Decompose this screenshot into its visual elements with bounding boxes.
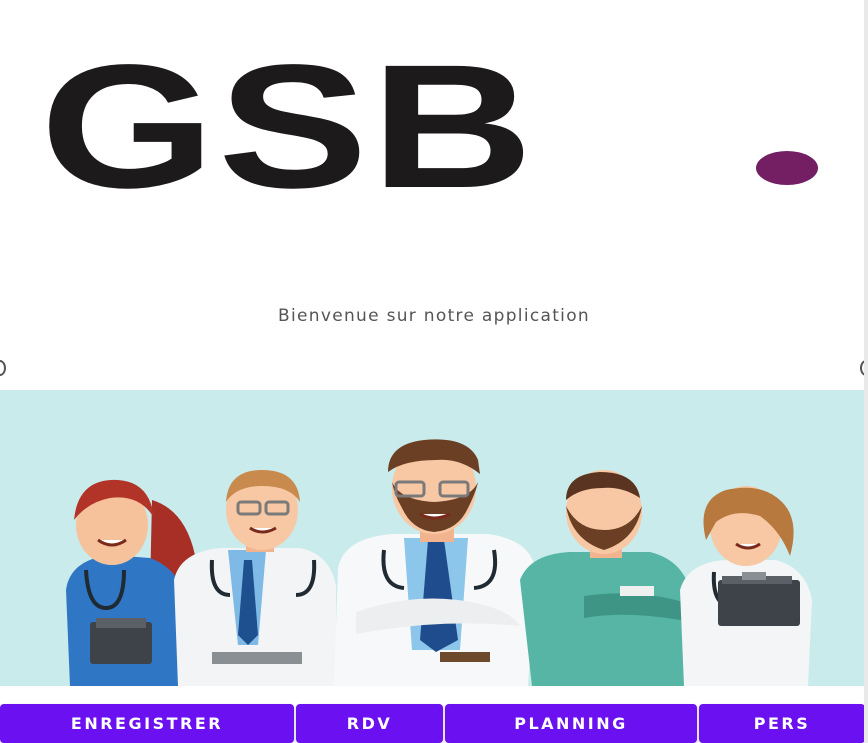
doctor-glasses-figure — [174, 470, 336, 686]
window-edge — [864, 0, 868, 743]
medical-team-illustration — [0, 390, 865, 686]
welcome-text: Bienvenue sur notre application — [278, 306, 590, 326]
app-screen: GSB Bienvenue sur notre application ENRE… — [0, 0, 868, 743]
planning-button[interactable]: PLANNING — [445, 704, 697, 743]
logo-dot-icon — [756, 151, 818, 185]
left-drag-handle[interactable] — [0, 360, 6, 376]
enregistrer-button[interactable]: ENREGISTRER — [0, 704, 294, 743]
nurse-right-figure — [680, 486, 812, 686]
pers-button[interactable]: PERS — [699, 704, 865, 743]
rdv-button[interactable]: RDV — [296, 704, 443, 743]
doctor-center-figure — [334, 439, 536, 686]
nurse-male-figure — [520, 470, 690, 686]
logo-text: GSB — [40, 29, 536, 225]
gsb-logo: GSB — [40, 29, 830, 225]
bottom-navigation: ENREGISTRER RDV PLANNING PERS — [0, 704, 868, 743]
